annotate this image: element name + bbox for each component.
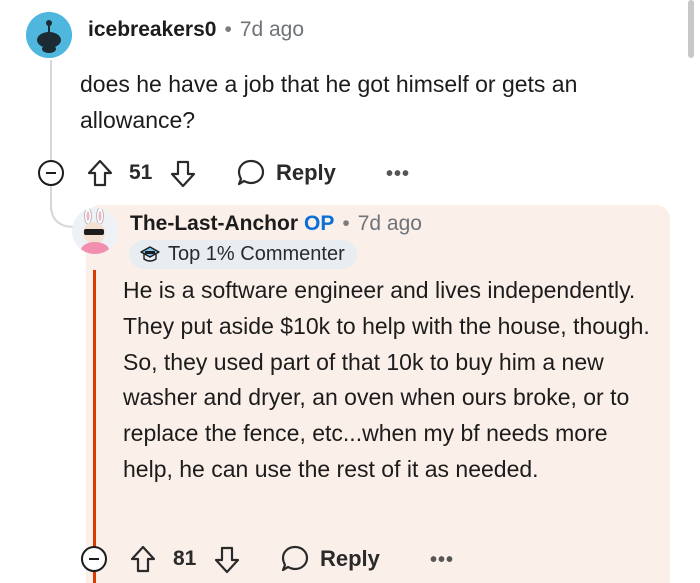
reply-button[interactable]: Reply bbox=[236, 158, 336, 188]
reply-label: Reply bbox=[276, 160, 336, 185]
comment-body: does he have a job that he got himself o… bbox=[80, 71, 578, 133]
snoo-avatar-icon bbox=[26, 12, 72, 58]
comment-body: He is a software engineer and lives inde… bbox=[123, 277, 650, 482]
avatar[interactable] bbox=[26, 12, 72, 58]
separator-dot: • bbox=[342, 212, 350, 235]
op-badge: OP bbox=[304, 212, 335, 235]
vote-count: 81 bbox=[173, 547, 197, 570]
vote-count: 51 bbox=[129, 161, 153, 184]
thread-line bbox=[50, 60, 52, 160]
scrollbar[interactable] bbox=[688, 0, 694, 58]
comment-header: The-Last-Anchor OP • 7d ago bbox=[130, 212, 422, 236]
downvote-icon[interactable] bbox=[170, 160, 196, 188]
timestamp[interactable]: 7d ago bbox=[358, 212, 422, 235]
collapse-icon[interactable] bbox=[81, 546, 107, 572]
reply-button[interactable]: Reply bbox=[280, 544, 380, 574]
more-icon[interactable]: ••• bbox=[386, 163, 410, 186]
avatar[interactable] bbox=[72, 208, 118, 254]
upvote-icon[interactable] bbox=[87, 159, 113, 187]
upvote-icon[interactable] bbox=[130, 545, 156, 573]
flair-icon bbox=[140, 245, 160, 262]
user-flair: Top 1% Commenter bbox=[129, 240, 357, 269]
comment-header: icebreakers0 • 7d ago bbox=[88, 18, 304, 42]
bunny-avatar-icon bbox=[72, 208, 118, 254]
timestamp[interactable]: 7d ago bbox=[240, 18, 304, 41]
reply-icon bbox=[237, 159, 265, 186]
more-icon[interactable]: ••• bbox=[430, 549, 454, 572]
op-thread-line bbox=[93, 270, 96, 583]
flair-label: Top 1% Commenter bbox=[168, 243, 345, 265]
collapse-icon[interactable] bbox=[38, 160, 64, 186]
username[interactable]: The-Last-Anchor bbox=[130, 212, 298, 235]
downvote-icon[interactable] bbox=[214, 546, 240, 574]
separator-dot: • bbox=[224, 18, 232, 41]
reply-icon bbox=[281, 545, 309, 572]
username[interactable]: icebreakers0 bbox=[88, 18, 216, 41]
reply-label: Reply bbox=[320, 546, 380, 571]
